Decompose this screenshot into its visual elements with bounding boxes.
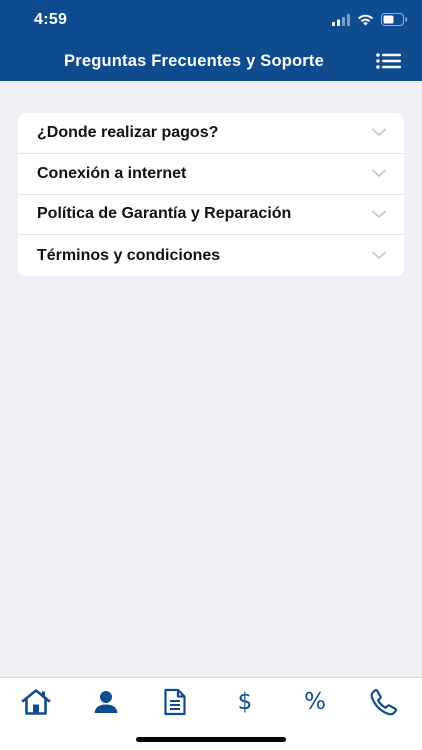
wifi-icon [358,14,373,25]
tab-contact[interactable] [366,686,402,718]
dollar-icon: $ [237,689,253,715]
faq-item-label: Conexión a internet [37,164,187,182]
battery-icon [381,13,408,26]
percent-icon: % [304,689,326,715]
faq-item-label: Términos y condiciones [37,246,221,264]
home-icon [21,689,51,715]
faq-item-label: ¿Donde realizar pagos? [37,123,219,141]
faq-item-garantia[interactable]: Política de Garantía y Reparación [18,195,404,236]
faq-list: ¿Donde realizar pagos? Conexión a intern… [18,113,404,276]
chevron-down-icon [372,128,386,137]
chevron-down-icon [372,210,386,218]
title-row: Preguntas Frecuentes y Soporte [0,44,422,78]
menu-button[interactable] [376,52,402,70]
faq-item-pagos[interactable]: ¿Donde realizar pagos? [18,113,404,154]
document-icon [164,688,186,716]
app-header: 4:59 Preguntas Frecuentes y Soporte [0,0,422,81]
faq-item-internet[interactable]: Conexión a internet [18,154,404,195]
status-icons [332,13,408,26]
tab-profile[interactable] [88,686,124,718]
chevron-down-icon [372,169,386,178]
tab-home[interactable] [18,686,54,718]
tab-payments[interactable]: $ [227,686,263,718]
person-icon [94,691,118,713]
tab-promotions[interactable]: % [297,686,333,718]
status-time: 4:59 [34,11,68,28]
list-menu-icon [376,53,401,69]
page-title: Preguntas Frecuentes y Soporte [64,52,324,70]
chevron-down-icon [372,251,386,260]
cellular-signal-icon [332,13,350,26]
home-indicator[interactable] [136,737,286,742]
faq-item-terminos[interactable]: Términos y condiciones [18,235,404,276]
faq-item-label: Política de Garantía y Reparación [37,205,292,223]
status-bar: 4:59 [0,0,422,40]
tab-documents[interactable] [157,686,193,718]
phone-icon [370,688,398,716]
